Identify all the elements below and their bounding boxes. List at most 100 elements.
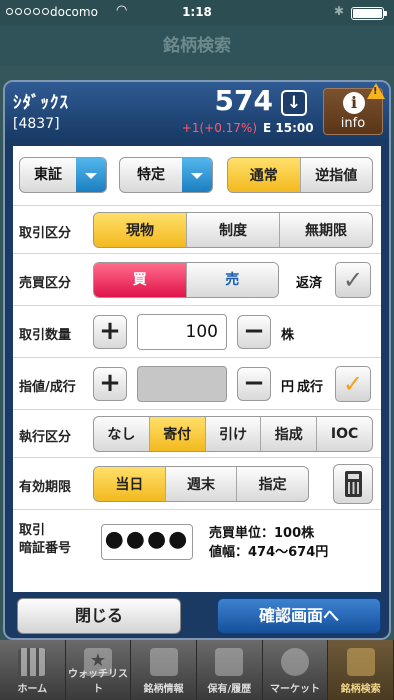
home-grid-icon [18,648,47,676]
quantity-plus-button[interactable]: + [93,315,127,349]
tab-stock-info[interactable]: 銘柄情報 [131,640,198,700]
execution-ioc[interactable]: IOC [316,417,372,451]
price-plus-button[interactable]: + [93,367,127,401]
pin-row: 取引 暗証番号 ●●●● 売買単位：100株 値幅：474〜674円 [13,510,381,576]
bluetooth-icon: ✱ [334,4,345,18]
execution-row: 執行区分 なし 寄付 引け 指成 IOC [13,410,381,458]
tab-label: ホーム [17,684,48,695]
checkmark-icon: ✓ [342,266,364,294]
modal-footer: 閉じる 確認画面へ [5,598,389,638]
order-modal: ｼﾀﾞｯｸｽ [4837] 574 +1(+0.17%) E 15:00 ↓ i… [3,80,391,640]
clipboard-icon [215,648,244,676]
side-label: 売買区分 [19,276,72,291]
tab-watchlist[interactable]: ウォッチリスト [66,640,132,700]
order-type-segment: 通常 逆指値 [227,157,373,193]
exchange-time: E 15:00 [263,121,314,135]
limit-price-input[interactable] [137,366,227,402]
tab-stock-search[interactable]: 銘柄検索 [328,640,394,700]
market-order-checkbox[interactable]: ✓ [335,366,371,402]
order-type-normal[interactable]: 通常 [228,158,300,192]
info-icon: i [343,92,365,114]
calculator-button[interactable] [333,464,373,504]
quantity-unit: 株 [281,328,295,343]
confirm-button[interactable]: 確認画面へ [217,598,381,634]
globe-icon [281,648,310,676]
chevron-down-icon [182,158,212,192]
calculator-keys [348,482,359,494]
tab-home[interactable]: ホーム [0,640,66,700]
account-dropdown-value: 特定 [137,167,165,183]
trade-type-segment: 現物 制度 無期限 [93,212,373,248]
trade-type-label: 取引区分 [19,226,72,241]
execution-label: 執行区分 [19,430,72,445]
tab-label: マーケット [270,684,321,695]
market-dropdown[interactable]: 東証 [19,157,107,193]
quantity-label: 取引数量 [19,328,72,343]
pin-label: 取引 暗証番号 [19,522,71,558]
tab-label: ウォッチリスト [68,669,128,695]
stock-header: ｼﾀﾞｯｸｽ [4837] 574 +1(+0.17%) E 15:00 ↓ i… [5,82,389,142]
trade-type-cash[interactable]: 現物 [94,213,186,247]
market-order-label: 成行 [297,380,324,395]
warning-icon: ! [367,83,385,99]
expiry-specify[interactable]: 指定 [236,467,308,501]
tab-label: 保有/履歴 [207,684,252,695]
status-bar: docomo ◠ 1:18 ✱ [0,0,394,26]
expiry-label: 有効期限 [19,480,72,495]
info-icon [149,648,178,676]
chevron-down-icon [76,158,106,192]
order-basics-row: 東証 特定 通常 逆指値 [13,146,381,206]
trade-type-unlimited[interactable]: 無期限 [279,213,372,247]
trade-type-margin[interactable]: 制度 [186,213,279,247]
expiry-today[interactable]: 当日 [94,467,165,501]
calculator-screen [348,474,359,479]
expiry-weekend[interactable]: 週末 [164,467,237,501]
stock-price: 574 [214,84,273,117]
stock-name: ｼﾀﾞｯｸｽ [13,93,69,113]
pin-input[interactable]: ●●●● [101,524,193,560]
price-change: +1(+0.17%) [181,121,257,135]
info-button-label: info [340,116,366,131]
quantity-input[interactable]: 100 [137,314,227,350]
stock-code: [4837] [13,116,60,132]
checkmark-icon: ✓ [342,370,364,398]
account-dropdown[interactable]: 特定 [119,157,213,193]
execution-close[interactable]: 引け [204,417,261,451]
order-info: 売買単位：100株 値幅：474〜674円 [209,524,328,562]
tab-holdings[interactable]: 保有/履歴 [197,640,263,700]
limit-price-row: 指値/成行 + − 円 成行 ✓ [13,358,381,410]
execution-limit-market[interactable]: 指成 [260,417,316,451]
execution-open[interactable]: 寄付 [148,417,205,451]
battery-icon [351,7,387,20]
tab-label: 銘柄検索 [340,684,381,695]
execution-segment: なし 寄付 引け 指成 IOC [93,416,373,452]
search-icon [346,648,375,676]
expiry-row: 有効期限 当日 週末 指定 [13,458,381,510]
limit-price-label: 指値/成行 [19,380,76,395]
pin-label-line1: 取引 [19,523,46,538]
price-minus-button[interactable]: − [237,367,271,401]
tab-bar: ホーム ウォッチリスト 銘柄情報 保有/履歴 マーケット 銘柄検索 [0,640,394,700]
close-position-checkbox[interactable]: ✓ [335,262,371,298]
expiry-segment: 当日 週末 指定 [93,466,309,502]
quantity-minus-button[interactable]: − [237,315,271,349]
close-button[interactable]: 閉じる [17,598,181,634]
arrow-down-icon[interactable]: ↓ [281,90,307,116]
side-row: 売買区分 買 売 返済 ✓ [13,254,381,306]
quantity-row: 取引数量 + 100 − 株 [13,306,381,358]
execution-none[interactable]: なし [94,417,149,451]
order-form: 東証 特定 通常 逆指値 取引区分 現物 制度 無期限 売買区分 買 売 返済 … [13,146,381,592]
price-unit: 円 [281,380,295,395]
tab-market[interactable]: マーケット [263,640,329,700]
market-dropdown-value: 東証 [34,167,62,183]
close-position-label: 返済 [296,276,323,291]
trade-unit-text: 売買単位：100株 [209,526,315,541]
price-range-text: 値幅：474〜674円 [209,545,329,560]
pin-label-line2: 暗証番号 [19,541,72,556]
order-type-stop[interactable]: 逆指値 [299,158,373,192]
sell-button[interactable]: 売 [185,263,278,297]
tab-label: 銘柄情報 [143,684,184,695]
side-segment: 買 売 [93,262,279,298]
trade-type-row: 取引区分 現物 制度 無期限 [13,206,381,254]
buy-button[interactable]: 買 [94,263,186,297]
